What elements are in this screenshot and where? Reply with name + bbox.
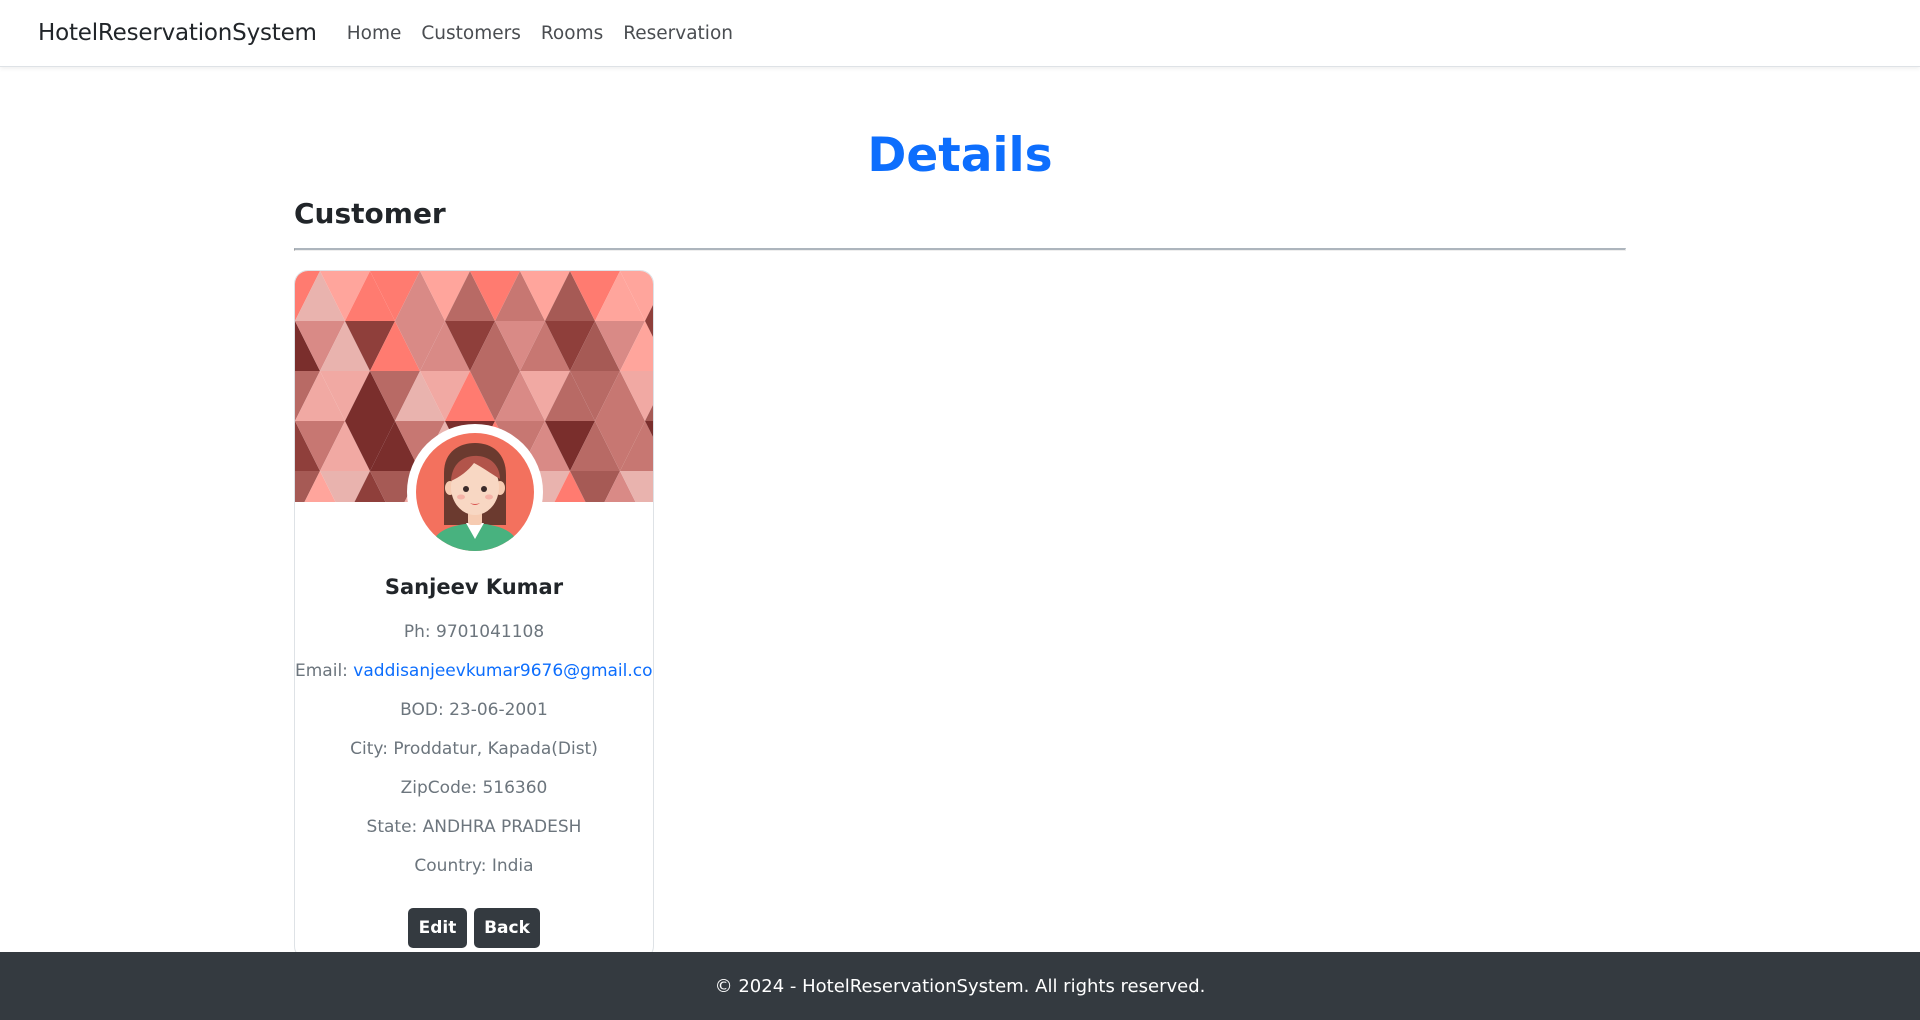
phone-label: Ph: (403, 622, 436, 642)
customer-name: Sanjeev Kumar (384, 575, 564, 599)
customer-state-row: State: ANDHRA PRADESH (295, 817, 653, 837)
city-value: Proddatur, Kapada(Dist) (393, 739, 598, 759)
state-label: State: (366, 817, 423, 837)
state-value: ANDHRA PRADESH (422, 817, 582, 837)
avatar-frame (407, 424, 543, 560)
email-link[interactable]: vaddisanjeevkumar9676@gmail.com (353, 661, 653, 681)
zip-label: ZipCode: (400, 778, 483, 798)
zip-value: 516360 (482, 778, 548, 798)
city-label: City: (350, 739, 394, 759)
page-footer: © 2024 - HotelReservationSystem. All rig… (0, 952, 1920, 1020)
brand-link[interactable]: HotelReservationSystem (38, 20, 317, 46)
back-button[interactable]: Back (474, 908, 540, 948)
customer-bod-row: BOD: 23-06-2001 (295, 700, 653, 720)
nav-link-reservation[interactable]: Reservation (623, 23, 733, 44)
customer-country-row: Country: India (295, 856, 653, 876)
country-value: India (491, 856, 534, 876)
customer-city-row: City: Proddatur, Kapada(Dist) (295, 739, 653, 759)
customer-zip-row: ZipCode: 516360 (295, 778, 653, 798)
edit-button[interactable]: Edit (408, 908, 467, 948)
customer-phone-row: Ph: 9701041108 (295, 622, 653, 642)
country-label: Country: (414, 856, 492, 876)
footer-copyright: © 2024 - HotelReservationSystem. All rig… (714, 975, 1206, 997)
nav-link-rooms[interactable]: Rooms (541, 23, 603, 44)
section-divider (294, 248, 1626, 251)
customer-card: Sanjeev Kumar Ph: 9701041108 Email: vadd… (294, 270, 654, 960)
section-heading: Customer (294, 197, 446, 230)
nav-link-home[interactable]: Home (347, 23, 402, 44)
page-title: Details (867, 128, 1053, 183)
top-navbar: HotelReservationSystem Home Customers Ro… (0, 0, 1920, 67)
customer-email-row: Email: vaddisanjeevkumar9676@gmail.com (295, 661, 653, 681)
nav-link-customers[interactable]: Customers (421, 23, 521, 44)
female-avatar-icon (416, 433, 534, 551)
bod-value: 23-06-2001 (449, 700, 548, 720)
email-label: Email: (295, 661, 354, 681)
phone-value: 9701041108 (436, 622, 545, 642)
bod-label: BOD: (400, 700, 450, 720)
